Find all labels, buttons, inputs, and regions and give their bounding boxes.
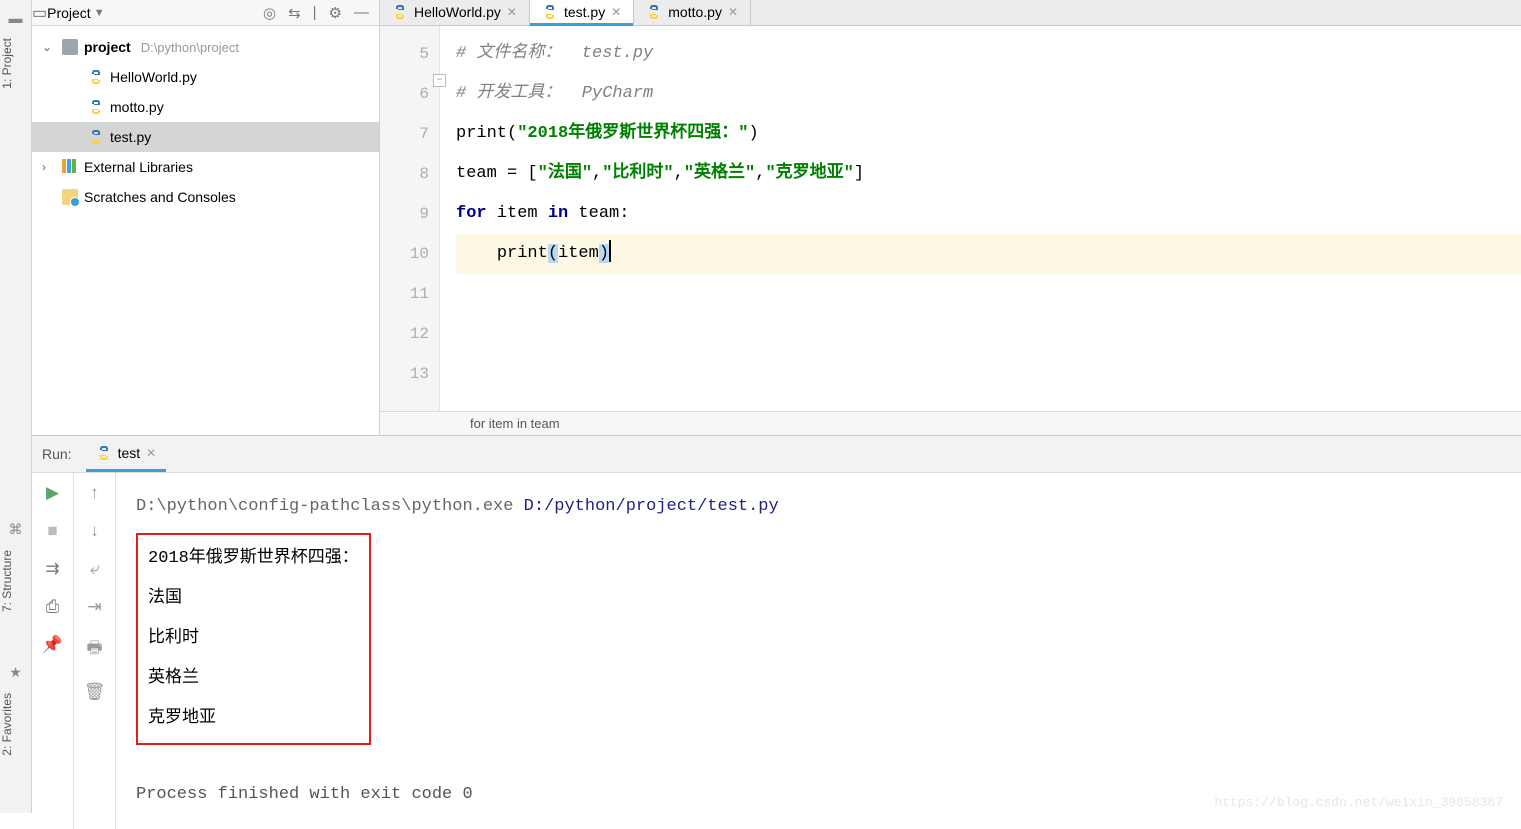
tree-file-name: test.py [110,129,151,145]
play-icon[interactable]: ▶ [46,483,59,503]
code-content[interactable]: # 文件名称： test.py# 开发工具： PyCharmprint("201… [440,26,1521,411]
export-icon[interactable]: ⎙ [46,597,60,617]
tree-file-name: HelloWorld.py [110,69,197,85]
project-header: ▭ Project ▼ ◎ ⇆ | ⚙ — [32,0,379,26]
tree-root-path: D:\python\project [141,40,239,55]
pin-icon[interactable]: 📌 [42,635,63,655]
scratch-icon [62,189,78,205]
rail-project[interactable]: 1: Project [0,30,14,97]
gear-icon[interactable]: ⚙ [329,4,342,22]
code-area[interactable]: – 5678910111213 # 文件名称： test.py# 开发工具： P… [380,26,1521,411]
folder-icon [62,39,78,55]
tree-external[interactable]: › External Libraries [32,152,379,182]
code-line[interactable] [456,354,1521,394]
close-icon[interactable]: ✕ [146,446,156,460]
console-line: 英格兰 [148,659,359,699]
tree-file-name: motto.py [110,99,164,115]
print-icon[interactable]: 🖶 [86,635,102,664]
run-header: Run: test ✕ [32,436,1521,473]
structure-icon: ⌘ [0,517,31,542]
layout-icon[interactable]: ⇉ [45,559,59,579]
left-tool-rail: ▬ 1: Project ⌘ 7: Structure ★ 2: Favorit… [0,0,32,813]
run-tools-primary: ▶ ■ ⇉ ⎙ 📌 [32,473,74,829]
code-line[interactable]: # 文件名称： test.py [456,34,1521,74]
console-output[interactable]: D:\python\config-pathclass\python.exe D:… [116,473,1521,829]
code-line[interactable]: print("2018年俄罗斯世界杯四强：") [456,114,1521,154]
editor-tab[interactable]: test.py ✕ [530,0,634,25]
python-icon [646,4,662,20]
hide-icon[interactable]: — [354,4,369,22]
tree-file[interactable]: HelloWorld.py [32,62,379,92]
python-icon [96,445,112,461]
run-tab[interactable]: test ✕ [86,436,167,472]
tree-scratches[interactable]: Scratches and Consoles [32,182,379,212]
code-line[interactable]: # 开发工具： PyCharm [456,74,1521,114]
tree-scratches-label: Scratches and Consoles [84,189,236,205]
console-highlight-box: 2018年俄罗斯世界杯四强：法国比利时英格兰克罗地亚 [136,533,371,745]
watermark: https://blog.csdn.net/weixin_39858387 [1214,783,1503,823]
collapse-icon[interactable]: ⇆ [288,4,301,22]
tab-label: test.py [564,4,605,20]
folder-icon: ▬ [0,6,31,30]
rail-favorites[interactable]: 2: Favorites [0,685,14,764]
tree-file[interactable]: test.py [32,122,379,152]
python-icon [88,129,104,145]
project-tree: ⌄ project D:\python\project HelloWorld.p… [32,26,379,212]
star-icon: ★ [0,660,31,685]
fold-toggle-icon[interactable]: – [433,74,446,87]
tab-label: motto.py [668,4,722,20]
console-line: 克罗地亚 [148,699,359,739]
library-icon [62,159,78,175]
editor-area: HelloWorld.py ✕ test.py ✕ motto.py ✕ – 567891… [380,0,1521,435]
trash-icon[interactable]: 🗑 [84,682,106,702]
run-tools-secondary: ↑ ↓ ⤶ ⇥ 🖶 🗑 [74,473,116,829]
python-icon [392,4,408,20]
target-icon[interactable]: ◎ [263,4,276,22]
python-icon [88,69,104,85]
editor-tab[interactable]: HelloWorld.py ✕ [380,0,530,25]
project-dropdown-label[interactable]: Project [47,5,91,21]
tree-root-name: project [84,39,131,55]
close-icon[interactable]: ✕ [728,5,738,19]
run-label: Run: [42,446,72,462]
console-line: 法国 [148,579,359,619]
scroll-icon[interactable]: ⇥ [87,597,101,617]
folder-open-icon[interactable]: ▭ [32,3,47,23]
code-line[interactable] [456,274,1521,314]
down-icon[interactable]: ↓ [90,521,99,541]
python-icon [88,99,104,115]
project-sidebar: ▭ Project ▼ ◎ ⇆ | ⚙ — ⌄ project D:\pytho… [32,0,380,435]
console-command: D:\python\config-pathclass\python.exe D:… [136,487,1501,527]
stop-icon[interactable]: ■ [47,521,57,541]
code-line[interactable]: print(item) [456,234,1521,274]
run-tab-label: test [118,445,141,461]
close-icon[interactable]: ✕ [611,5,621,19]
tab-label: HelloWorld.py [414,4,501,20]
console-line: 比利时 [148,619,359,659]
breadcrumb[interactable]: for item in team [380,411,1521,435]
chevron-right-icon[interactable]: › [42,160,56,174]
editor-tabs: HelloWorld.py ✕ test.py ✕ motto.py ✕ [380,0,1521,26]
divider-icon: | [313,4,317,22]
wrap-icon[interactable]: ⤶ [90,559,100,579]
rail-structure[interactable]: 7: Structure [0,542,14,620]
gutter: – 5678910111213 [380,26,440,411]
up-icon[interactable]: ↑ [90,483,99,503]
code-line[interactable]: team = ["法国","比利时","英格兰","克罗地亚"] [456,154,1521,194]
python-icon [542,4,558,20]
chevron-down-icon[interactable]: ⌄ [42,40,56,54]
tree-root[interactable]: ⌄ project D:\python\project [32,32,379,62]
code-line[interactable]: for item in team: [456,194,1521,234]
close-icon[interactable]: ✕ [507,5,517,19]
tree-external-label: External Libraries [84,159,193,175]
code-line[interactable] [456,314,1521,354]
run-panel: Run: test ✕ ▶ ■ ⇉ ⎙ 📌 ↑ ↓ ⤶ ⇥ 🖶 🗑 D:\pyt… [32,435,1521,813]
console-line: 2018年俄罗斯世界杯四强： [148,539,359,579]
chevron-down-icon[interactable]: ▼ [94,7,105,19]
editor-tab[interactable]: motto.py ✕ [634,0,751,25]
tree-file[interactable]: motto.py [32,92,379,122]
